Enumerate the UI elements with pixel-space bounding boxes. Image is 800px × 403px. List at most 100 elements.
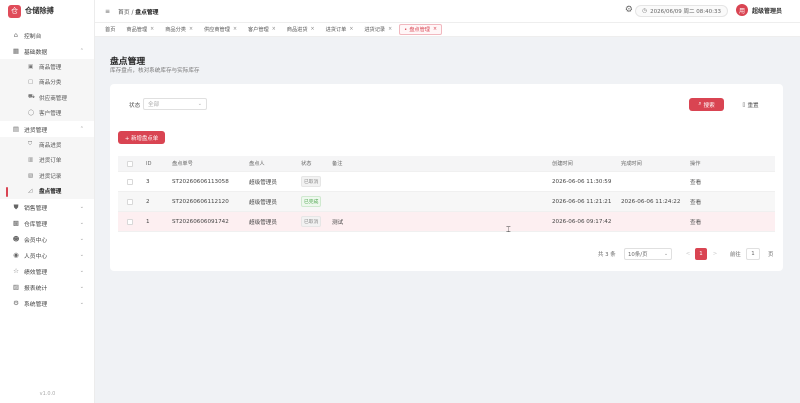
sidebar-item-6[interactable]: ☻ 会员中心 ⌄: [0, 231, 94, 247]
close-icon[interactable]: ×: [150, 27, 154, 32]
sidebar-item-2[interactable]: ▦ 基础数据 ⌃: [0, 43, 94, 59]
cell-id: 3: [146, 178, 150, 185]
page-number-current[interactable]: 1: [695, 248, 707, 260]
sidebar-submenu: ⛉ 商品进货 ▥ 进货订单 ▧ 进货记录 ◿ 盘点管理: [0, 137, 94, 199]
reset-button[interactable]: ▯ 重置: [733, 98, 768, 111]
row-checkbox[interactable]: [127, 198, 133, 205]
table-row[interactable]: 1 ST20260606091742 超级管理员 已取消 测试 2026-06-06 09…: [118, 212, 775, 232]
people-icon: ◉: [13, 251, 19, 259]
table-row[interactable]: 2 ST20260606112120 超级管理员 已完成 2026-06-06 11:2…: [118, 192, 775, 212]
sidebar-subitem[interactable]: ▧ 进货记录: [0, 168, 94, 184]
cell-remark: 测试: [332, 219, 344, 226]
column-header: 盘点人: [249, 161, 265, 167]
tab-item[interactable]: 商品分类 ×: [161, 24, 197, 35]
sidebar-item-9[interactable]: ▨ 报表统计 ⌄: [0, 279, 94, 295]
tab-item[interactable]: 商品进货 ×: [283, 24, 319, 35]
tab-item[interactable]: 进货记录 ×: [360, 24, 396, 35]
sidebar-subitem[interactable]: ⛟ 供应商管理: [0, 90, 94, 106]
cell-created: 2026-06-06 11:30:59: [552, 178, 612, 185]
tab-label: 进货记录: [364, 27, 386, 33]
close-icon[interactable]: ×: [189, 27, 193, 32]
tab-label: 首页: [105, 27, 116, 33]
sidebar-item-label: 进货管理: [24, 127, 48, 134]
sidebar-subitem[interactable]: ◯ 客户管理: [0, 106, 94, 122]
close-icon[interactable]: ×: [272, 27, 276, 32]
view-link[interactable]: 查看: [690, 198, 701, 206]
tab-item[interactable]: 进货订单 ×: [322, 24, 358, 35]
next-page-button[interactable]: >: [709, 248, 721, 260]
chevron-up-icon: ⌃: [79, 48, 84, 54]
column-header: 操作: [690, 161, 701, 167]
goto-suffix: 页: [768, 252, 774, 258]
sidebar-item-label: 报表统计: [24, 285, 48, 292]
stocktake-table: ID 盘点单号 盘点人 状态 备注 创建时间 完成时间 操作 3 ST20260606113058…: [118, 156, 775, 232]
sidebar-item-8[interactable]: ☆ 绩效管理 ⌄: [0, 263, 94, 279]
sidebar-item-7[interactable]: ◉ 人员中心 ⌄: [0, 247, 94, 263]
sidebar-item-5[interactable]: ▩ 仓库管理 ⌄: [0, 215, 94, 231]
sidebar-subitem[interactable]: ▥ 进货订单: [0, 153, 94, 169]
cell-code: ST20260606112120: [172, 198, 229, 205]
clock-icon: ◷: [642, 8, 648, 14]
close-icon[interactable]: ×: [433, 27, 437, 32]
breadcrumb-home[interactable]: 首页: [118, 10, 130, 16]
avatar: 用: [735, 4, 748, 16]
view-link[interactable]: 查看: [690, 218, 701, 226]
cell-operator: 超级管理员: [249, 179, 277, 186]
sidebar-subitem[interactable]: ▢ 商品分类: [0, 75, 94, 91]
sidebar-menu: ⌂ 控制台 ▦ 基础数据 ⌃ ▣ 商品管理 ▢ 商品分类 ⛟ 供应商管理 ◯ 客户管理 ▤ 进货管理 ⌃ ⛉ 商品…: [0, 27, 94, 311]
page-size-value: 10条/页: [628, 252, 648, 258]
tab-item[interactable]: 供应商管理 ×: [200, 24, 241, 35]
tab-item[interactable]: • 盘点管理 ×: [399, 24, 443, 35]
column-header: 盘点单号: [172, 161, 193, 167]
search-button[interactable]: ⌕ 搜索: [689, 98, 724, 111]
sidebar-item-label: 仓库管理: [24, 221, 48, 228]
tab-label: 商品进货: [286, 27, 308, 33]
sidebar-item-10[interactable]: ⚙ 系统管理 ⌄: [0, 295, 94, 311]
close-icon[interactable]: ×: [388, 27, 392, 32]
chevron-down-icon: ⌄: [79, 300, 84, 306]
add-stocktake-button[interactable]: + 新增盘点单: [118, 131, 165, 144]
sidebar-subitem-label: 进货订单: [39, 158, 62, 165]
sale-icon: ⛊: [13, 202, 19, 211]
tab-item[interactable]: 首页: [101, 24, 119, 35]
view-link[interactable]: 查看: [690, 178, 701, 186]
sidebar-item-label: 绩效管理: [24, 269, 48, 276]
collapse-sidebar-icon[interactable]: ≡: [105, 8, 110, 15]
column-header: 创建时间: [552, 161, 573, 167]
tab-item[interactable]: 商品管理 ×: [122, 24, 158, 35]
chevron-down-icon: ⌄: [663, 251, 668, 257]
cell-code: ST20260606091742: [172, 218, 229, 225]
row-checkbox[interactable]: [127, 178, 133, 185]
brand-name: 仓储除搏: [25, 6, 54, 15]
sidebar-item-1[interactable]: ⌂ 控制台: [0, 27, 94, 43]
cell-created: 2026-06-06 09:17:42: [552, 218, 612, 225]
close-icon[interactable]: ×: [311, 27, 315, 32]
status-filter-select[interactable]: 全部 ⌄: [143, 98, 207, 110]
cell-id: 2: [146, 198, 150, 205]
version-label: v1.0.0: [39, 391, 56, 397]
mouse-cursor-icon: ⌶: [506, 225, 511, 234]
cell-operator: 超级管理员: [249, 199, 277, 206]
settings-gear-icon[interactable]: ⚙: [625, 5, 633, 15]
page-size-select[interactable]: 10条/页 ⌄: [624, 248, 672, 260]
close-icon[interactable]: ×: [349, 27, 353, 32]
sidebar: 仓 仓储除搏 ⌂ 控制台 ▦ 基础数据 ⌃ ▣ 商品管理 ▢ 商品分类 ⛟ 供应商管理 ◯ 客户管理 ▤ 进…: [0, 0, 95, 403]
brand[interactable]: 仓 仓储除搏: [0, 0, 94, 22]
close-icon[interactable]: ×: [233, 27, 237, 32]
select-all-checkbox[interactable]: [127, 160, 133, 167]
row-checkbox[interactable]: [127, 218, 133, 225]
chevron-down-icon: ⌄: [79, 252, 84, 258]
user-menu[interactable]: 用 超级管理员: [735, 4, 782, 16]
table-row[interactable]: 3 ST20260606113058 超级管理员 已取消 2026-06-06 11:3…: [118, 172, 775, 192]
column-header: 备注: [332, 161, 343, 167]
prev-page-button[interactable]: <: [682, 248, 694, 260]
tab-item[interactable]: 客户管理 ×: [244, 24, 280, 35]
chart-icon: ◿: [28, 188, 33, 195]
sidebar-subitem[interactable]: ⛉ 商品进货: [0, 137, 94, 153]
sidebar-subitem[interactable]: ▣ 商品管理: [0, 59, 94, 75]
sidebar-subitem[interactable]: ◿ 盘点管理: [0, 184, 94, 200]
goto-page-input[interactable]: 1: [746, 248, 760, 260]
sidebar-item-4[interactable]: ⛊ 销售管理 ⌄: [0, 199, 94, 215]
goto-label: 前往: [730, 252, 741, 258]
sidebar-item-3[interactable]: ▤ 进货管理 ⌃: [0, 121, 94, 137]
